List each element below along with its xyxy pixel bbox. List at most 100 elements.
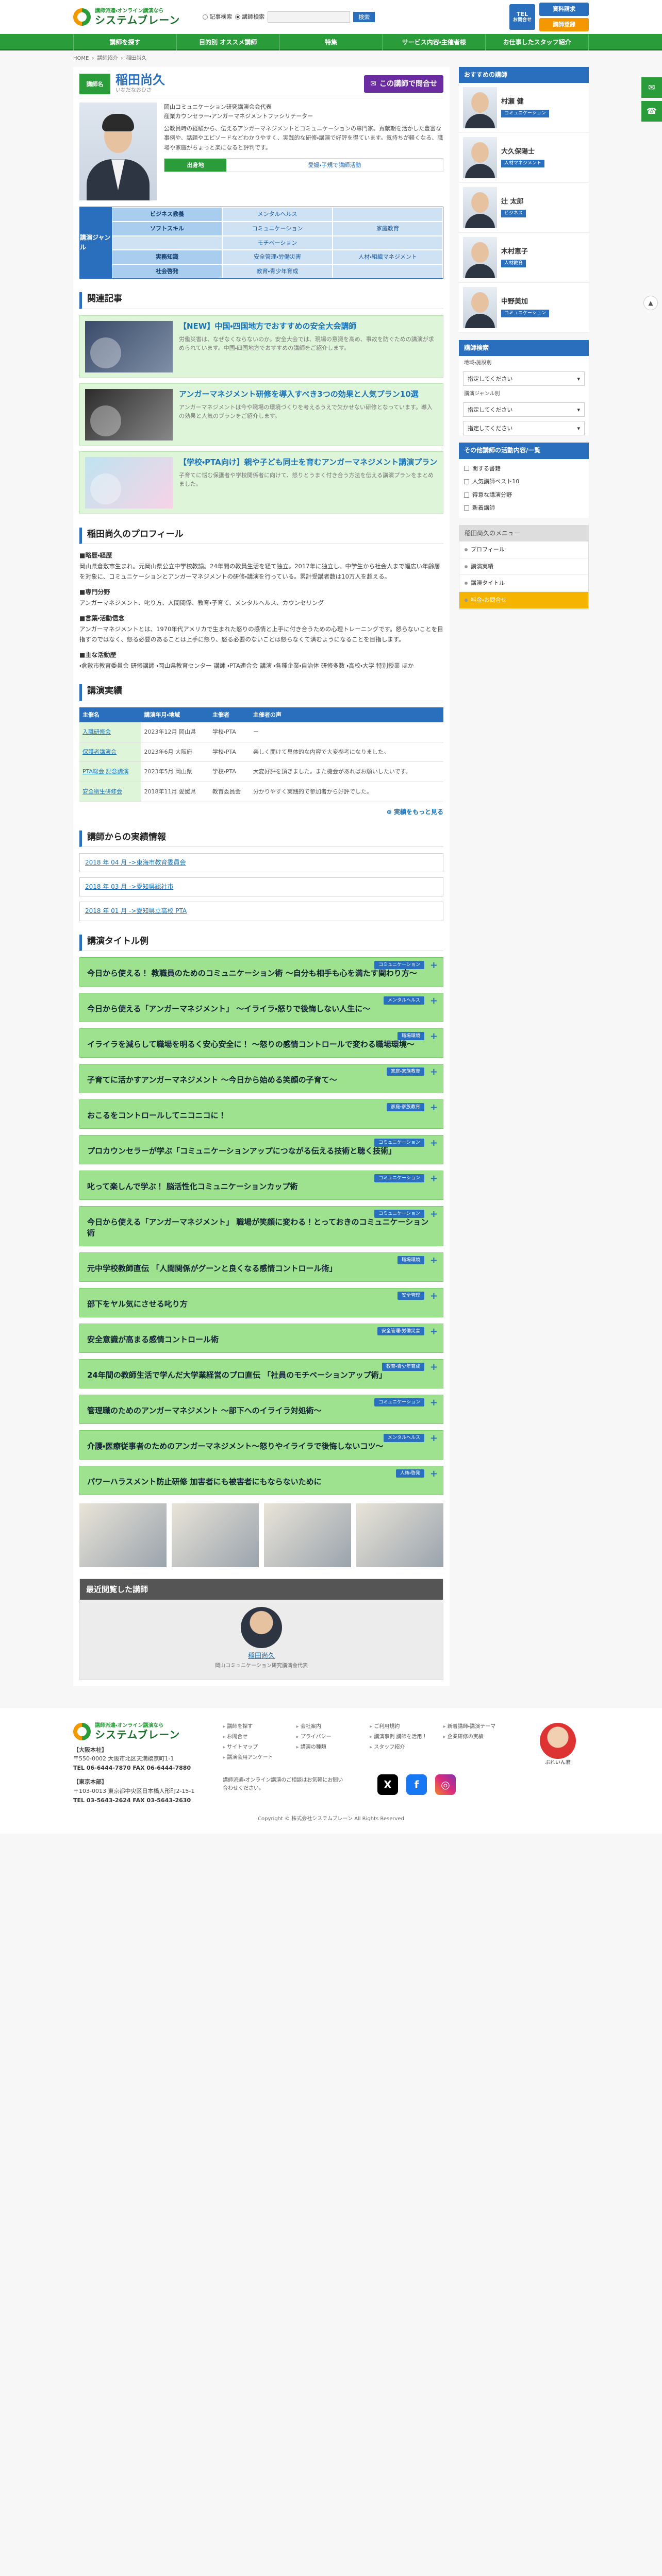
genre-item[interactable]: 家庭教育 <box>333 221 443 236</box>
area-value[interactable]: 愛媛・子規で講師活動 <box>226 159 443 172</box>
instagram-icon[interactable]: ◎ <box>435 1774 456 1795</box>
float-tel-icon[interactable]: ☎ <box>641 101 662 122</box>
genre-item[interactable]: コミュニケーション <box>222 221 333 236</box>
plus-icon[interactable]: + <box>430 1327 438 1336</box>
plus-icon[interactable]: + <box>430 1209 438 1219</box>
nav-item[interactable]: 目的別 オススメ講師 <box>177 34 280 50</box>
genre-item[interactable]: メンタルヘルス <box>222 207 333 222</box>
footer-link[interactable]: サイトマップ <box>223 1743 291 1752</box>
lecturer-register-button[interactable]: 講師登録 <box>539 18 589 31</box>
gallery-photo[interactable] <box>79 1503 167 1567</box>
footer-link[interactable]: ご利用規約 <box>370 1723 438 1731</box>
event-name-link[interactable]: 保護者講演会 <box>79 742 141 762</box>
genre-item[interactable]: モチベーション <box>222 235 333 250</box>
activity-checkbox[interactable]: 得意な講演分野 <box>459 488 589 502</box>
search-button[interactable]: 検索 <box>353 12 375 22</box>
site-logo[interactable]: 講師派遣・オンライン講演なら システムブレーン <box>73 8 180 26</box>
recent-lecturer[interactable]: 稲田尚久 岡山コミュニケーション研究講演会代表 <box>80 1606 443 1670</box>
subgenre-select[interactable]: 指定してください ▾ <box>463 421 585 436</box>
related-article[interactable]: アンガーマネジメント研修を導入すべき3つの効果と人気プラン10選 アンガーマネジメ… <box>79 383 443 446</box>
footer-link[interactable]: スタッフ紹介 <box>370 1743 438 1752</box>
lecturer-menu-item[interactable]: プロフィール <box>459 541 588 558</box>
nav-item[interactable]: サービス内容・主催者様 <box>383 34 486 50</box>
event-name-link[interactable]: PTA総会 記念講演 <box>79 761 141 783</box>
footer-logo[interactable]: 講師派遣・オンライン講演なら システムブレーン <box>73 1722 207 1740</box>
genre-select[interactable]: 指定してください ▾ <box>463 402 585 417</box>
lecture-title-item[interactable]: 職場環境 + 元中学校教師直伝 「人間関係がグーンと良くなる感情コントロール術」 <box>79 1252 443 1282</box>
lecture-title-item[interactable]: 人権・啓発 + パワーハラスメント防止研修 加害者にも被害者にもならないために <box>79 1465 443 1495</box>
recommended-lecturer[interactable]: 中野美加 コミュニケーション <box>459 283 589 333</box>
facebook-icon[interactable]: f <box>406 1774 427 1795</box>
radio-lecturer-search[interactable]: 講師検索 <box>235 12 264 22</box>
plus-icon[interactable]: + <box>430 1291 438 1301</box>
plus-icon[interactable]: + <box>430 1256 438 1265</box>
lecture-title-item[interactable]: 家庭・家族教育 + 子育てに活かすアンガーマネジメント 〜今日から始める笑顔の子育て… <box>79 1063 443 1093</box>
related-article[interactable]: 【NEW】中国・四国地方でおすすめの安全大会講師 労働災害は、なぜなくならないのか… <box>79 315 443 378</box>
genre-heading[interactable]: ソフトスキル <box>112 221 222 236</box>
lecture-title-item[interactable]: コミュニケーション + 今日から使える「アンガーマネジメント」 職場が笑顔に変わる！… <box>79 1206 443 1246</box>
lecture-title-item[interactable]: 教育・青少年育成 +24年間の教師生活で学んだ大学業経営のプロ直伝 「社員のモチベ… <box>79 1359 443 1388</box>
record-item[interactable]: 2018 年 03 月 ->愛知県総社市 <box>79 877 443 897</box>
float-mail-icon[interactable]: ✉ <box>641 77 662 98</box>
activity-checkbox[interactable]: 新着講師 <box>459 501 589 515</box>
genre-item[interactable]: 安全管理・労働災害 <box>222 250 333 264</box>
record-item[interactable]: 2018 年 01 月 ->愛知県立高校 PTA <box>79 902 443 921</box>
nav-item[interactable]: お仕事したスタッフ紹介 <box>486 34 589 50</box>
footer-link[interactable]: 企業研修の実績 <box>443 1733 512 1741</box>
genre-item[interactable]: 教育・青少年育成 <box>222 264 333 279</box>
record-item[interactable]: 2018 年 04 月 ->東海市教育委員会 <box>79 853 443 873</box>
lecturer-menu-item[interactable]: 料金・お問合せ <box>459 591 588 609</box>
recommended-lecturer[interactable]: 辻 太郎 ビジネス <box>459 183 589 233</box>
lecture-title-item[interactable]: コミュニケーション + 管理職のためのアンガーマネジメント 〜部下へのイライラ対処術… <box>79 1394 443 1424</box>
plus-icon[interactable]: + <box>430 1103 438 1112</box>
activity-checkbox[interactable]: 関する書籍 <box>459 462 589 476</box>
nav-item[interactable]: 特集 <box>280 34 383 50</box>
recommended-lecturer[interactable]: 木村恵子 人材教育 <box>459 233 589 283</box>
recommended-lecturer[interactable]: 大久保陽士 人材マネジメント <box>459 133 589 183</box>
plus-icon[interactable]: + <box>430 1433 438 1443</box>
genre-heading[interactable]: ビジネス教養 <box>112 207 222 222</box>
footer-link[interactable]: 新着講師・講演テーマ <box>443 1723 512 1731</box>
breadcrumb-home[interactable]: HOME <box>73 55 89 63</box>
radio-article-search[interactable]: 記事検索 <box>203 12 232 22</box>
gallery-photo[interactable] <box>264 1503 351 1567</box>
page-top-icon[interactable]: ▲ <box>643 296 658 310</box>
related-article[interactable]: 【学校・PTA向け】親や子ども同士を育むアンガーマネジメント講演プラン 子育てに悩… <box>79 451 443 514</box>
plus-icon[interactable]: + <box>430 1469 438 1479</box>
plus-icon[interactable]: + <box>430 1174 438 1183</box>
lecture-title-item[interactable]: 家庭・家族教育 + おこるをコントロールしてニコニコに！ <box>79 1099 443 1129</box>
nav-item[interactable]: 講師を探す <box>73 34 177 50</box>
plus-icon[interactable]: + <box>430 1362 438 1372</box>
genre-heading[interactable]: 実務知識 <box>112 250 222 264</box>
search-input[interactable] <box>268 11 351 23</box>
lecture-title-item[interactable]: コミュニケーション + 叱って楽しんで学ぶ！ 脳活性化コミュニケーションカップ術 <box>79 1170 443 1200</box>
footer-link[interactable]: 講演事例 講師を活用！ <box>370 1733 438 1741</box>
event-name-link[interactable]: 安全衛生研修会 <box>79 782 141 802</box>
genre-item[interactable]: 人材・組織マネジメント <box>333 250 443 264</box>
lecture-title-item[interactable]: 職場環境 + イライラを減らして職場を明るく安心安全に！ 〜怒りの感情コントロールで… <box>79 1028 443 1058</box>
plus-icon[interactable]: + <box>430 960 438 970</box>
genre-heading[interactable]: 社会啓発 <box>112 264 222 279</box>
lecture-title-item[interactable]: コミュニケーション + 今日から使える！ 教職員のためのコミュニケーション術 〜自分… <box>79 957 443 987</box>
footer-link[interactable]: 会社案内 <box>296 1723 365 1731</box>
plus-icon[interactable]: + <box>430 1138 438 1148</box>
plus-icon[interactable]: + <box>430 1031 438 1041</box>
lecture-title-item[interactable]: 安全管理 + 部下をヤル気にさせる叱り方 <box>79 1287 443 1317</box>
footer-link[interactable]: 講師を探す <box>223 1723 291 1731</box>
plus-icon[interactable]: + <box>430 996 438 1006</box>
lecture-title-item[interactable]: メンタルヘルス + 介護・医療従事者のためのアンガーマネジメント〜怒りやイライラで後… <box>79 1430 443 1460</box>
lecture-title-item[interactable]: 安全管理・労働災害 + 安全意識が高まる感情コントロール術 <box>79 1323 443 1353</box>
region-select[interactable]: 指定してください ▾ <box>463 371 585 386</box>
footer-link[interactable]: プライバシー <box>296 1733 365 1741</box>
x-icon[interactable]: X <box>377 1774 398 1795</box>
gallery-photo[interactable] <box>172 1503 259 1567</box>
lecturer-menu-item[interactable]: 講演実績 <box>459 558 588 575</box>
tel-button[interactable]: TEL お問合せ <box>509 4 535 30</box>
gallery-photo[interactable] <box>356 1503 443 1567</box>
footer-link[interactable]: 講演会用アンケート <box>223 1754 291 1762</box>
lecture-title-item[interactable]: コミュニケーション + プロカウンセラーが学ぶ「コミュニケーションアップにつながる伝… <box>79 1134 443 1164</box>
activity-checkbox[interactable]: 人気講師ベスト10 <box>459 475 589 488</box>
more-performance-link[interactable]: ⊕ 実績をもっと見る <box>79 807 443 817</box>
lecture-title-item[interactable]: メンタルヘルス + 今日から使える「アンガーマネジメント」 〜イライラ・怒りで後悔し… <box>79 992 443 1022</box>
breadcrumb-item[interactable]: 講師紹介 <box>97 55 118 63</box>
